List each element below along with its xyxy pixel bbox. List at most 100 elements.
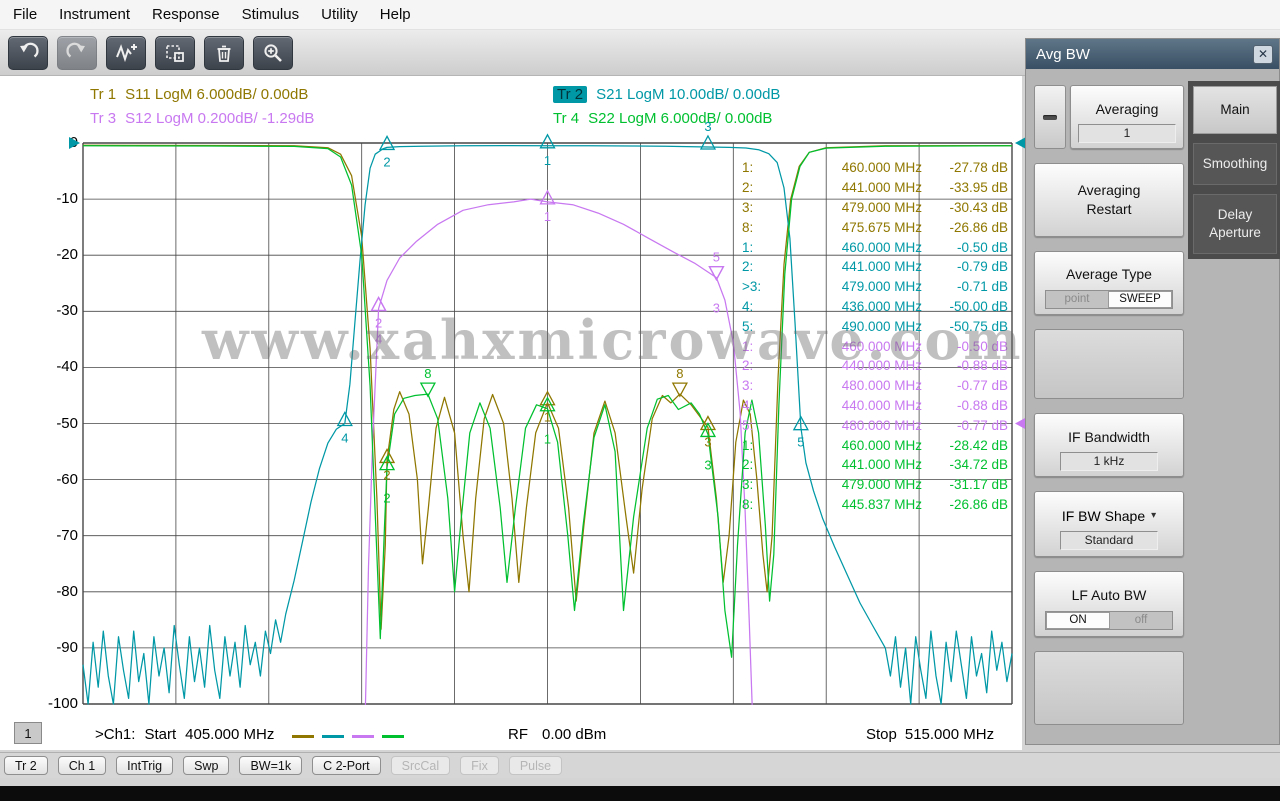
blank-button-1 — [1034, 329, 1184, 399]
channel-tab[interactable]: 1 — [14, 722, 42, 744]
capture-button[interactable] — [155, 35, 195, 70]
if-bw-shape-label: IF BW Shape — [1061, 507, 1146, 524]
svg-text:2: 2 — [375, 315, 382, 330]
zoom-button[interactable] — [253, 35, 293, 70]
rf-value: 0.00 dBm — [542, 726, 607, 743]
y-axis-label: -70 — [56, 526, 78, 544]
status-sweep[interactable]: Swp — [183, 756, 230, 775]
trace1-swatch — [292, 735, 314, 738]
menu-item-response[interactable]: Response — [141, 2, 231, 27]
sweep-info: >Ch1: Start 405.000 MHz RF 0.00 dBm Stop… — [0, 726, 1022, 752]
marker-readout-row: 1: 460.000 MHz -0.50 dB — [742, 239, 1008, 255]
panel-tabs: Main Smoothing Delay Aperture — [1188, 81, 1280, 259]
trash-icon — [213, 42, 235, 64]
status-active-channel[interactable]: Ch 1 — [57, 756, 107, 775]
menu-item-help[interactable]: Help — [369, 2, 422, 27]
channel-label: >Ch1: — [95, 726, 136, 743]
trace3-format: S12 LogM 0.200dB/ -1.29dB — [125, 110, 315, 127]
tab-smoothing[interactable]: Smoothing — [1193, 143, 1277, 185]
svg-text:3: 3 — [704, 457, 711, 472]
marker-readout-row: 8: 445.837 MHz -26.86 dB — [742, 496, 1008, 512]
panel-title: Avg BW — [1036, 45, 1090, 63]
trace4-format: S22 LogM 6.000dB/ 0.00dB — [588, 110, 773, 127]
delete-button[interactable] — [204, 35, 244, 70]
trace1-id: Tr 1 — [90, 86, 117, 103]
if-bw-shape-button[interactable]: IF BW Shape ▾ Standard — [1034, 491, 1184, 557]
menu-item-stimulus[interactable]: Stimulus — [231, 2, 311, 27]
marker-readout-row: 3: 479.000 MHz -30.43 dB — [742, 199, 1008, 215]
averaging-toggle[interactable] — [1034, 85, 1066, 149]
averaging-restart-button[interactable]: Averaging Restart — [1034, 163, 1184, 237]
svg-text:2: 2 — [383, 154, 390, 169]
averaging-button[interactable]: Averaging 1 — [1070, 85, 1184, 149]
average-type-button[interactable]: Average Type point SWEEP — [1034, 251, 1184, 315]
trace3-swatch — [352, 735, 374, 738]
menu-item-file[interactable]: File — [2, 2, 48, 27]
marker-readout-row: 2: 441.000 MHz -33.95 dB — [742, 180, 1008, 196]
svg-text:1: 1 — [544, 153, 551, 168]
status-active-trace[interactable]: Tr 2 — [4, 756, 48, 775]
y-axis-label: -10 — [56, 190, 78, 208]
marker-readout-row: 2: 441.000 MHz -34.72 dB — [742, 457, 1008, 473]
svg-text:4: 4 — [341, 431, 348, 446]
close-button[interactable]: ✕ — [1253, 44, 1273, 64]
add-trace-button[interactable] — [106, 35, 146, 70]
trace2-id: Tr 2 — [553, 86, 588, 103]
average-type-switch: point SWEEP — [1045, 290, 1173, 309]
averaging-restart-label: Averaging Restart — [1077, 182, 1141, 217]
menu-item-utility[interactable]: Utility — [310, 2, 369, 27]
svg-text:8: 8 — [676, 366, 683, 381]
marker-readout-row: 1: 460.000 MHz -27.78 dB — [742, 160, 1008, 176]
status-calibration[interactable]: C 2-Port — [312, 756, 381, 775]
trace1-legend[interactable]: Tr 1 S11 LogM 6.000dB/ 0.00dB — [90, 86, 308, 103]
y-axis-label: -90 — [56, 638, 78, 656]
start-value: 405.000 MHz — [185, 726, 275, 743]
trace-color-keys — [292, 735, 404, 738]
marker-readouts: 1: 460.000 MHz -27.78 dB 2: 441.000 MHz -33.9… — [742, 158, 1008, 514]
average-type-point[interactable]: point — [1046, 291, 1108, 308]
toggle-slot-icon — [1043, 114, 1057, 120]
averaging-value: 1 — [1078, 123, 1176, 143]
capture-icon — [164, 42, 186, 64]
y-axis-label: -40 — [56, 358, 78, 376]
menu-item-instrument[interactable]: Instrument — [48, 2, 141, 27]
marker-readout-row: 4: 440.000 MHz -0.88 dB — [742, 397, 1008, 413]
marker-readout-row: 5: 490.000 MHz -50.75 dB — [742, 318, 1008, 334]
status-fix: Fix — [460, 756, 499, 775]
status-bandwidth[interactable]: BW=1k — [239, 756, 303, 775]
lf-auto-bw-button[interactable]: LF Auto BW ON off — [1034, 571, 1184, 637]
chevron-down-icon: ▾ — [1151, 510, 1157, 521]
marker-readout-row: 3: 479.000 MHz -31.17 dB — [742, 477, 1008, 493]
marker-readout-row: 1: 460.000 MHz -0.50 dB — [742, 338, 1008, 354]
status-srccal: SrcCal — [390, 756, 451, 775]
svg-text:8: 8 — [424, 366, 431, 381]
trace4-swatch — [382, 735, 404, 738]
trace4-id: Tr 4 — [553, 110, 580, 127]
svg-text:5: 5 — [713, 250, 720, 265]
status-trigger[interactable]: IntTrig — [116, 756, 174, 775]
start-label: Start — [144, 726, 177, 743]
y-axis-label: -20 — [56, 246, 78, 264]
tab-delay-aperture[interactable]: Delay Aperture — [1193, 194, 1277, 254]
svg-text:1: 1 — [544, 410, 551, 425]
average-type-sweep[interactable]: SWEEP — [1108, 291, 1172, 308]
zoom-in-icon — [262, 42, 284, 64]
svg-text:3: 3 — [704, 119, 711, 134]
redo-icon — [66, 42, 88, 64]
marker-readout-row: 8: 475.675 MHz -26.86 dB — [742, 219, 1008, 235]
marker-readout-row: 3: 480.000 MHz -0.77 dB — [742, 378, 1008, 394]
trace2-legend[interactable]: Tr 2 S21 LogM 10.00dB/ 0.00dB — [553, 86, 780, 103]
marker-readout-row: 2: 440.000 MHz -0.88 dB — [742, 358, 1008, 374]
lf-auto-bw-on[interactable]: ON — [1046, 612, 1110, 629]
rf-label: RF — [508, 726, 528, 743]
trace3-legend[interactable]: Tr 3 S12 LogM 0.200dB/ -1.29dB — [90, 110, 314, 127]
redo-button[interactable] — [57, 35, 97, 70]
marker-readout-row: 5: 480.000 MHz -0.77 dB — [742, 417, 1008, 433]
tab-main[interactable]: Main — [1193, 86, 1277, 134]
avg-bw-panel: Avg BW ✕ Averaging 1 Averaging Restart A… — [1025, 38, 1280, 745]
trace4-legend[interactable]: Tr 4 S22 LogM 6.000dB/ 0.00dB — [553, 110, 772, 127]
lf-auto-bw-off[interactable]: off — [1110, 612, 1172, 629]
if-bandwidth-button[interactable]: IF Bandwidth 1 kHz — [1034, 413, 1184, 477]
svg-text:2: 2 — [383, 491, 390, 506]
undo-button[interactable] — [8, 35, 48, 70]
